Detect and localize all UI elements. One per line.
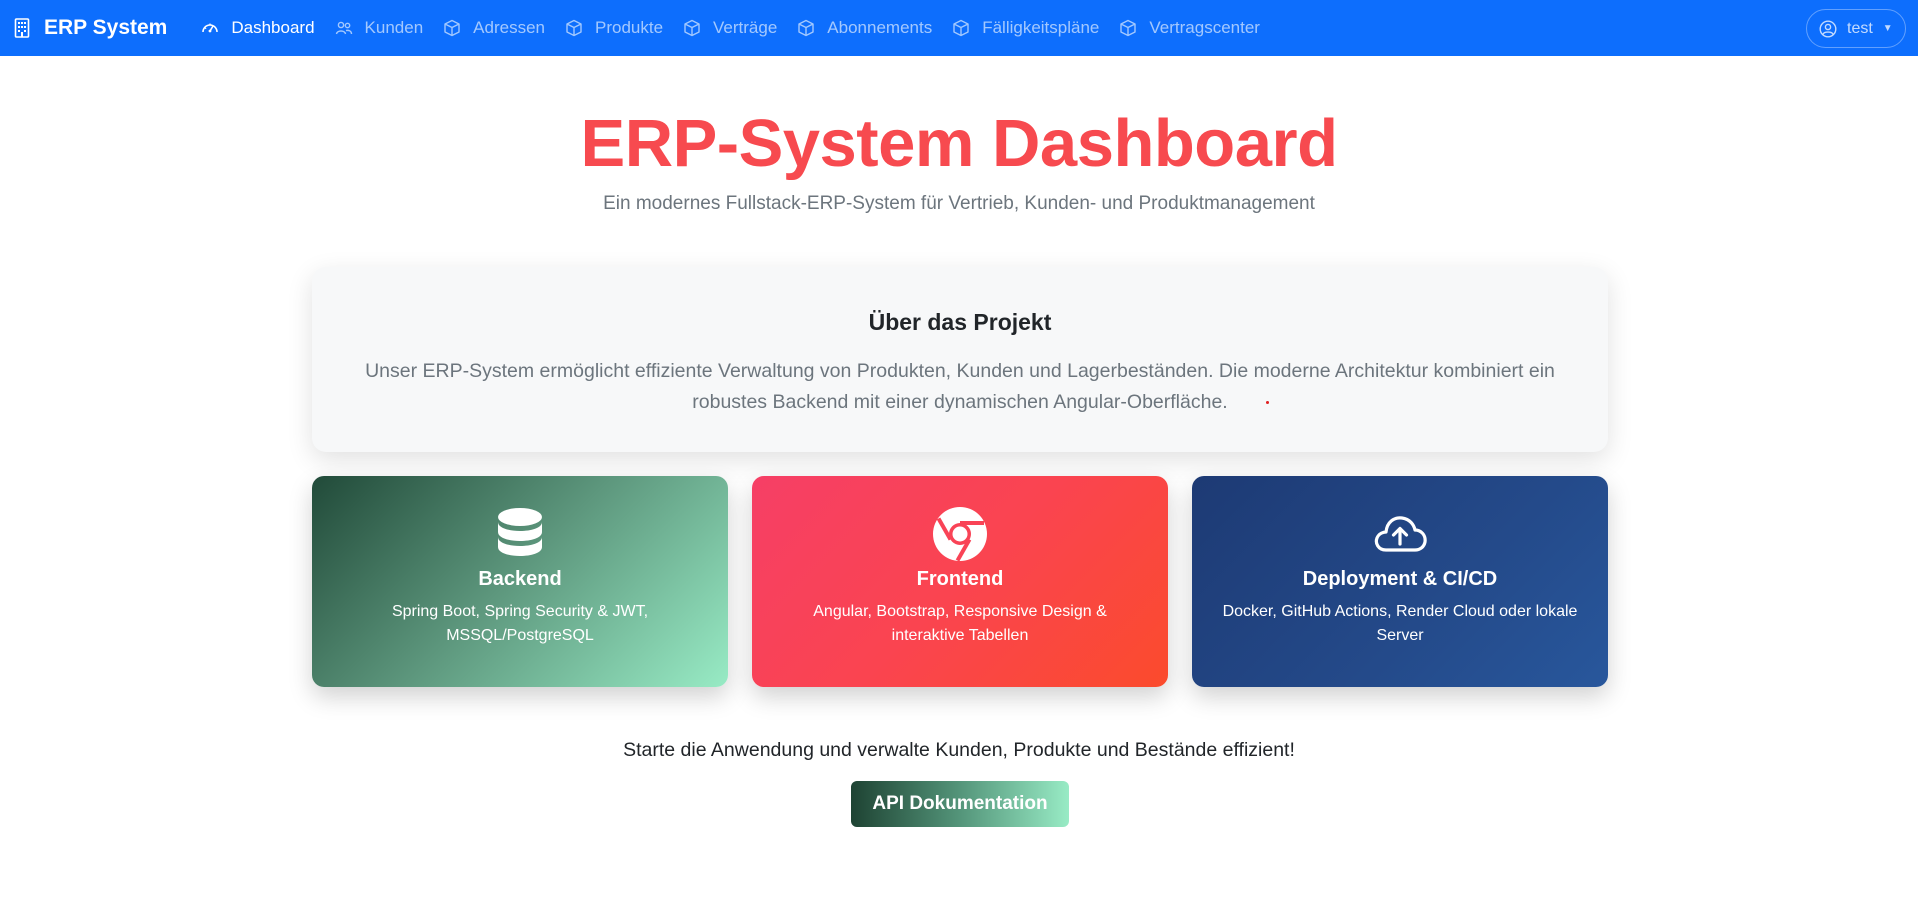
box-icon xyxy=(1120,19,1137,37)
nav-item-produkte[interactable]: Produkte xyxy=(555,0,673,56)
nav-item-vertragscenter[interactable]: Vertragscenter xyxy=(1109,0,1270,56)
nav-item-faelligkeitsplaene[interactable]: Fälligkeitspläne xyxy=(942,0,1109,56)
box-icon xyxy=(684,19,700,37)
people-icon xyxy=(335,21,352,35)
cta-text: Starte die Anwendung und verwalte Kunden… xyxy=(623,739,1295,761)
nav-item-abonnements[interactable]: Abonnements xyxy=(787,0,942,56)
database-icon xyxy=(498,508,542,556)
nav-label: Abonnements xyxy=(827,18,933,37)
nav-label: Vertragscenter xyxy=(1149,18,1260,37)
top-navbar: ERP System Dashboard Kunden Adressen Pro… xyxy=(0,0,1918,56)
nav-item-adressen[interactable]: Adressen xyxy=(433,0,555,56)
nav-label: Adressen xyxy=(473,18,545,37)
feature-card-deployment: Deployment & CI/CD Docker, GitHub Action… xyxy=(1192,476,1608,687)
caret-down-icon: ▼ xyxy=(1882,23,1893,34)
nav-label: Fälligkeitspläne xyxy=(982,18,1100,37)
nav-label: Dashboard xyxy=(231,18,315,37)
speedometer-icon xyxy=(202,23,219,33)
nav-label: Kunden xyxy=(364,18,424,37)
brand-link[interactable]: ERP System xyxy=(14,0,167,56)
feature-title: Frontend xyxy=(916,568,1004,590)
nav-item-kunden[interactable]: Kunden xyxy=(325,0,434,56)
decorative-dot xyxy=(1266,401,1269,404)
feature-text: Angular, Bootstrap, Responsive Design & … xyxy=(813,603,1107,644)
feature-title: Backend xyxy=(478,568,562,590)
user-dropdown[interactable]: test ▼ xyxy=(1806,9,1906,48)
nav-label: Produkte xyxy=(594,18,664,37)
box-icon xyxy=(798,19,814,37)
brand-label: ERP System xyxy=(44,16,168,39)
nav-label: Verträge xyxy=(713,18,778,37)
page-title: ERP-System Dashboard xyxy=(580,106,1339,181)
box-icon xyxy=(566,19,582,37)
api-docs-button[interactable]: API Dokumentation xyxy=(851,781,1069,827)
chrome-icon xyxy=(933,507,987,562)
box-icon xyxy=(444,19,460,37)
cloud-upload-icon xyxy=(1374,516,1427,552)
user-name: test xyxy=(1847,19,1873,37)
nav-item-vertraege[interactable]: Verträge xyxy=(673,0,787,56)
feature-title: Deployment & CI/CD xyxy=(1302,568,1498,590)
box-icon xyxy=(953,19,969,37)
feature-card-frontend: Frontend Angular, Bootstrap, Responsive … xyxy=(752,476,1168,687)
about-text: Unser ERP-System ermöglicht effiziente V… xyxy=(365,360,1555,413)
feature-card-backend: Backend Spring Boot, Spring Security & J… xyxy=(312,476,728,687)
nav-item-dashboard[interactable]: Dashboard xyxy=(191,0,324,56)
feature-text: Docker, GitHub Actions, Render Cloud ode… xyxy=(1222,603,1578,644)
about-title: Über das Projekt xyxy=(868,309,1052,335)
building-icon xyxy=(14,18,30,38)
page-subtitle: Ein modernes Fullstack-ERP-System für Ve… xyxy=(603,193,1315,214)
about-card: Über das Projekt Unser ERP-System ermögl… xyxy=(312,267,1608,452)
feature-text: Spring Boot, Spring Security & JWT, MSSQ… xyxy=(391,603,649,644)
nav-menu: Dashboard Kunden Adressen Produkte Vertr… xyxy=(191,0,1270,56)
person-circle-icon xyxy=(1819,19,1837,38)
